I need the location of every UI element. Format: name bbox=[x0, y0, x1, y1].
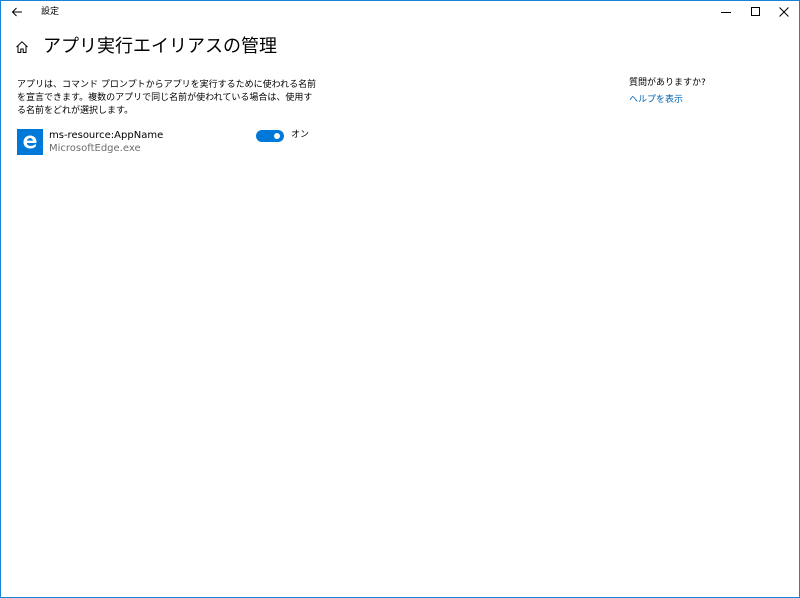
minimize-button[interactable] bbox=[711, 1, 741, 23]
show-help-link[interactable]: ヘルプを表示 bbox=[629, 94, 683, 107]
page-title: アプリ実行エイリアスの管理 bbox=[43, 36, 277, 57]
toggle-state-label: オン bbox=[291, 130, 310, 140]
page-description: アプリは、コマンド プロンプトからアプリを実行するために使われる名前を宣言できま… bbox=[17, 80, 317, 116]
edge-app-tile bbox=[17, 129, 43, 155]
maximize-icon bbox=[751, 7, 760, 16]
close-icon bbox=[779, 7, 789, 17]
help-heading: 質問がありますか? bbox=[629, 78, 706, 88]
alias-name: ms-resource:AppName bbox=[49, 130, 164, 141]
back-button[interactable] bbox=[1, 1, 33, 23]
window-title: 設定 bbox=[41, 7, 60, 17]
settings-window: 設定 アプリ実行エイリアスの管理 アプリは、コマンド プロンプトからアプリを実行… bbox=[0, 0, 800, 598]
alias-list-item: ms-resource:AppName MicrosoftEdge.exe オン bbox=[17, 129, 317, 157]
home-button[interactable] bbox=[15, 39, 31, 55]
back-arrow-icon bbox=[11, 7, 22, 17]
title-bar: 設定 bbox=[1, 1, 799, 23]
alias-executable: MicrosoftEdge.exe bbox=[49, 143, 141, 154]
toggle-knob bbox=[274, 133, 280, 139]
maximize-button[interactable] bbox=[741, 1, 771, 23]
close-button[interactable] bbox=[769, 1, 799, 23]
alias-toggle-switch[interactable] bbox=[256, 130, 284, 142]
home-icon bbox=[16, 41, 28, 53]
edge-icon bbox=[23, 135, 37, 149]
minimize-icon bbox=[721, 12, 731, 13]
